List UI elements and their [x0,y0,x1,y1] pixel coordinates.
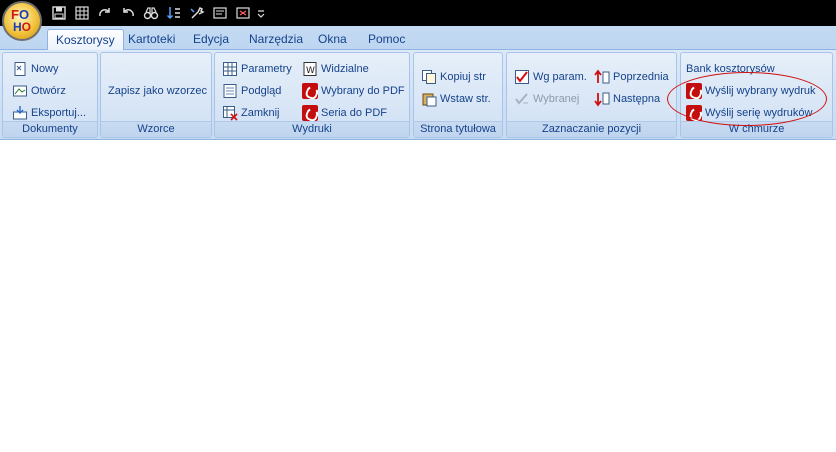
checkmark-icon [514,69,530,85]
export-label: Eksportuj... [31,107,87,119]
group-strona-tytulowa: Kopiuj str Wstaw str. Strona tytułowa [413,52,503,138]
group-zaznaczanie-pozycji: Wg param. Wybranej Poprzednia Następna Z… [506,52,677,138]
save-as-template-button[interactable]: Zapisz jako wzorzec [108,81,207,101]
new-document-icon [12,61,28,77]
undo-icon[interactable] [117,2,139,24]
send-printout-series-label: Wyślij serię wydruków [705,107,813,119]
tab-kosztorysy[interactable]: Kosztorysy [47,29,124,51]
group-label-strona-tytulowa: Strona tytułowa [414,121,502,137]
pdf-icon [302,83,318,99]
title-bar [0,0,836,26]
paste-icon [421,91,437,107]
group-label-wydruki: Wydruki [215,121,409,137]
close-icon [222,105,238,121]
parameters-button[interactable]: Parametry [222,59,292,79]
preview-button[interactable]: Podgląd [222,81,281,101]
export-icon [12,105,28,121]
copy-page-button[interactable]: Kopiuj str [421,67,486,87]
new-button[interactable]: Nowy [12,59,59,79]
dialog-icon[interactable] [209,2,231,24]
preview-label: Podgląd [241,85,282,97]
by-param-label: Wg param. [533,71,587,83]
open-button[interactable]: Otwórz [12,81,66,101]
quick-access-toolbar [48,2,268,24]
save-icon[interactable] [48,2,70,24]
group-label-zaznaczanie-pozycji: Zaznaczanie pozycji [507,121,676,137]
cost-estimate-bank-button[interactable]: Bank kosztorysów [686,59,775,79]
selected-to-pdf-label: Wybrany do PDF [321,85,405,97]
fullscreen-icon[interactable] [232,2,254,24]
word-document-icon: W [302,61,318,77]
document-area [0,141,836,452]
redo-icon[interactable] [94,2,116,24]
group-wzorce: Zapisz jako wzorzec Wzorce [100,52,212,138]
preview-icon [222,83,238,99]
parameters-label: Parametry [241,63,292,75]
series-to-pdf-button[interactable]: Seria do PDF [302,103,387,123]
sort-icon[interactable] [163,2,185,24]
ribbon-tab-strip: Kosztorysy Kartoteki Edycja Narzędzia Ok… [0,26,836,51]
open-label: Otwórz [31,85,66,97]
logo-bottom: HO [13,20,32,34]
arrow-down-icon [594,91,610,107]
app-window: FO HO Kosztorysy Kartoteki Edycja Narzęd… [0,0,836,452]
insert-page-button[interactable]: Wstaw str. [421,89,491,109]
insert-page-label: Wstaw str. [440,93,491,105]
visible-label: Widzialne [321,63,369,75]
export-button[interactable]: Eksportuj... [12,103,86,123]
selected-to-pdf-button[interactable]: Wybrany do PDF [302,81,405,101]
checkmark-disabled-icon [514,91,530,107]
app-menu-button[interactable]: FO HO [2,1,42,41]
parameters-icon [222,61,238,77]
pdf-icon [686,83,702,99]
arrow-up-icon [594,69,610,85]
selected-item-label: Wybranej [533,93,580,105]
send-selected-printout-label: Wyślij wybrany wydruk [705,85,816,97]
customize-dropdown-icon[interactable] [255,2,267,24]
copy-page-label: Kopiuj str [440,71,486,83]
close-preview-button[interactable]: Zamknij [222,103,280,123]
close-label: Zamknij [241,107,280,119]
previous-label: Poprzednia [613,71,669,83]
tab-narzedzia[interactable]: Narzędzia [241,29,311,50]
tab-edycja[interactable]: Edycja [185,29,237,50]
tab-pomoc[interactable]: Pomoc [360,29,413,50]
send-printout-series-button[interactable]: Wyślij serię wydruków [686,103,812,123]
group-label-wzorce: Wzorce [101,121,211,137]
new-label: Nowy [31,63,59,75]
group-label-w-chmurze: W chmurze [681,121,832,137]
by-param-button[interactable]: Wg param. [514,67,587,87]
tools-icon[interactable] [186,2,208,24]
series-to-pdf-label: Seria do PDF [321,107,388,119]
group-w-chmurze: Bank kosztorysów Wyślij wybrany wydruk W… [680,52,833,138]
binoculars-icon[interactable] [140,2,162,24]
next-label: Następna [613,93,661,105]
selected-item-button[interactable]: Wybranej [514,89,579,109]
copy-icon [421,69,437,85]
grid-icon[interactable] [71,2,93,24]
group-dokumenty: Nowy Otwórz Eksportuj... Dokumenty [2,52,98,138]
open-icon [12,83,28,99]
ribbon-panel: Nowy Otwórz Eksportuj... Dokumenty Zapis… [0,50,836,140]
svg-text:W: W [306,66,315,76]
tab-okna[interactable]: Okna [310,29,355,50]
pdf-icon [686,105,702,121]
tab-kartoteki[interactable]: Kartoteki [120,29,183,50]
visible-button[interactable]: W Widzialne [302,59,369,79]
next-button[interactable]: Następna [594,89,660,109]
send-selected-printout-button[interactable]: Wyślij wybrany wydruk [686,81,816,101]
group-wydruki: Parametry Podgląd Zamknij W Widzialne Wy… [214,52,410,138]
group-label-dokumenty: Dokumenty [3,121,97,137]
pdf-icon [302,105,318,121]
previous-button[interactable]: Poprzednia [594,67,669,87]
